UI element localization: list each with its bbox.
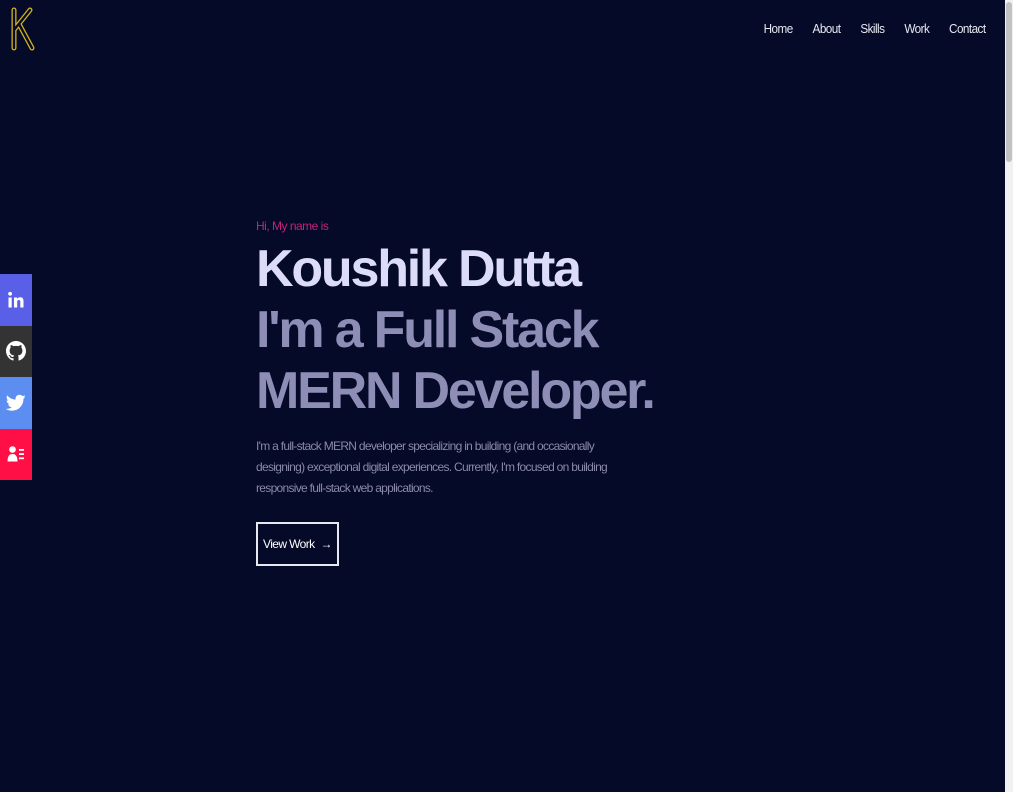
nav-home[interactable]: Home <box>763 21 793 36</box>
greeting-text: Hi, My name is <box>256 219 329 233</box>
hero-description: I'm a full-stack MERN developer speciali… <box>256 439 608 495</box>
main-nav: Home About Skills Work Contact <box>762 21 988 36</box>
twitter-link[interactable] <box>0 377 32 429</box>
hero-role: I'm a Full Stack MERN Developer. <box>256 301 656 420</box>
twitter-icon <box>6 394 26 412</box>
resume-icon <box>7 445 25 463</box>
view-work-label: View Work <box>263 537 315 551</box>
nav-work[interactable]: Work <box>904 21 929 36</box>
github-icon <box>6 341 26 361</box>
hero-name: Koushik Dutta <box>256 240 582 298</box>
nav-contact[interactable]: Contact <box>949 21 986 36</box>
social-sidebar <box>0 274 32 480</box>
nav-skills[interactable]: Skills <box>860 21 885 36</box>
view-work-button[interactable]: View Work → <box>256 522 339 566</box>
hero-section: Hi, My name is Koushik Dutta I'm a Full … <box>256 219 696 566</box>
linkedin-icon <box>7 291 25 309</box>
github-link[interactable] <box>0 325 32 377</box>
linkedin-link[interactable] <box>0 274 32 326</box>
resume-link[interactable] <box>0 428 32 480</box>
scrollbar-thumb[interactable] <box>1006 2 1012 162</box>
page: Home About Skills Work Contact Hi, My na… <box>0 0 1013 792</box>
scrollbar[interactable] <box>1005 0 1013 792</box>
arrow-right-icon: → <box>320 537 333 551</box>
nav-about[interactable]: About <box>813 21 841 36</box>
k-logo-icon[interactable] <box>10 6 36 52</box>
